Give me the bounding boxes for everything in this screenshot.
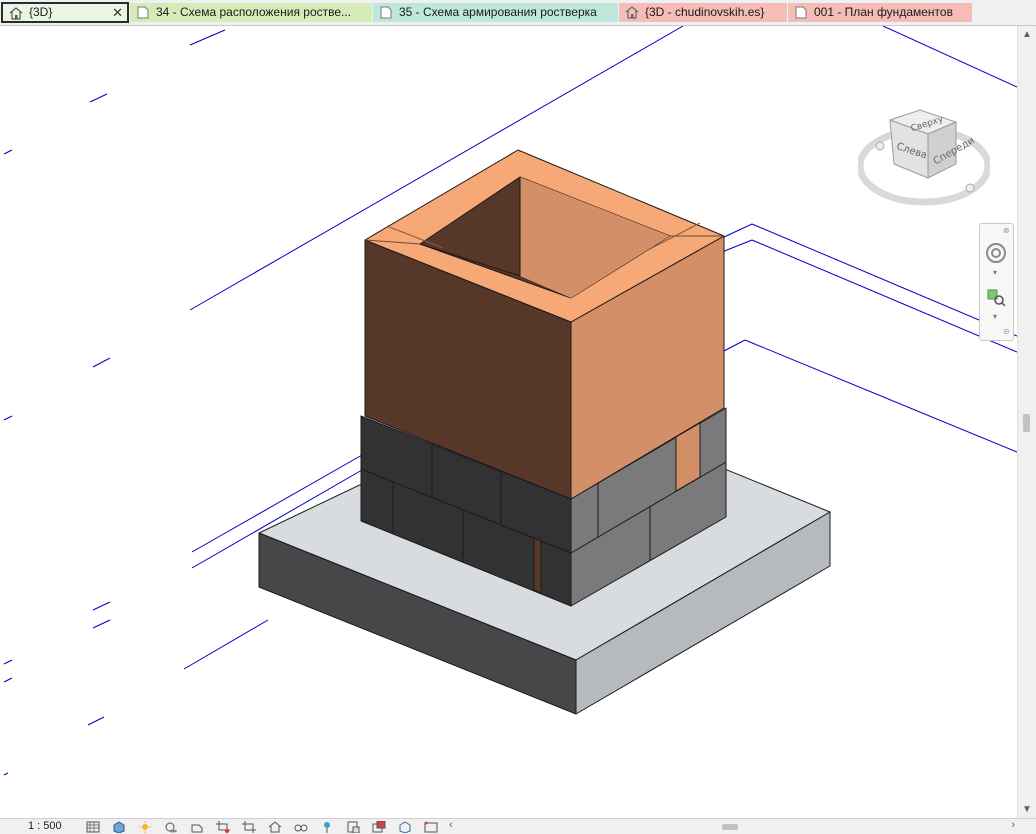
lock-view-icon[interactable] [346,821,360,833]
home-icon [875,141,885,151]
scroll-down-icon[interactable]: ▼ [1022,804,1032,815]
sun-path-icon[interactable] [138,821,152,833]
tab-label: 35 - Схема армирования ростверка [399,5,597,19]
tab-3d-view[interactable]: {3D} ✕ [1,2,129,23]
horizontal-scroll-thumb[interactable] [722,824,738,830]
reveal-hidden-icon[interactable] [320,821,334,833]
sheet-icon [380,6,392,19]
view-cube[interactable]: Сверху Слева Спереди [856,108,992,208]
scroll-right-icon[interactable]: › [1011,819,1015,831]
horizontal-scrollbar[interactable]: ‹ › [447,819,1017,833]
rotate-icon [965,183,975,193]
home-3d-icon [625,6,639,19]
tab-sheet-34[interactable]: 34 - Схема расположения ростве... [130,3,372,22]
close-tab-icon[interactable]: ✕ [112,4,123,21]
home-3d-icon [9,7,23,20]
tab-3d-chudinovskih[interactable]: {3D - chudinovskih.es} [619,3,787,22]
shadows-icon[interactable] [164,821,178,833]
chevron-down-icon[interactable]: ▾ [993,268,997,277]
scroll-up-icon[interactable]: ▲ [1022,29,1032,40]
crop-view-icon[interactable] [216,821,230,833]
vertical-scroll-thumb[interactable] [1023,414,1030,432]
show-crop-icon[interactable] [242,821,256,833]
tab-label: 34 - Схема расположения ростве... [156,5,352,19]
close-icon[interactable]: ⊗ [1003,226,1010,235]
steering-wheel-icon[interactable] [985,242,1007,264]
tab-label: {3D - chudinovskih.es} [645,5,765,19]
chevron-down-icon[interactable]: ▾ [993,312,997,321]
render-icon[interactable] [190,821,204,833]
navigation-bar: ▾ ▾ ⊗ ⊝ [979,223,1014,341]
sheet-icon [137,6,149,19]
options-icon[interactable]: ⊝ [1003,327,1010,336]
detail-level-icon[interactable] [86,821,100,833]
tab-sheet-35[interactable]: 35 - Схема армирования ростверка [373,3,618,22]
visual-style-icon[interactable] [112,821,126,833]
view-control-bar: 1 : 500 ‹ › [0,818,1036,834]
zoom-region-icon[interactable] [985,286,1007,308]
view-scale[interactable]: 1 : 500 [28,820,62,832]
analytical-model-icon[interactable] [424,821,438,833]
3d-viewport[interactable]: Сверху Слева Спереди ▾ ▾ ⊗ ⊝ [0,26,1017,818]
tab-label: 001 - План фундаментов [814,5,953,19]
temporary-hide-icon[interactable] [294,821,308,833]
sheet-icon [795,6,807,19]
tab-sheet-001[interactable]: 001 - План фундаментов [788,3,972,22]
view-tab-bar: {3D} ✕ 34 - Схема расположения ростве...… [0,0,1036,26]
unlock-3d-icon[interactable] [268,821,282,833]
tab-label: {3D} [29,5,53,19]
scroll-left-icon[interactable]: ‹ [449,819,453,831]
vertical-scrollbar[interactable]: ▲ ▼ [1017,26,1036,818]
worksharing-icon[interactable] [398,821,412,833]
brick-insert-left [533,537,542,594]
highlight-icon[interactable] [372,821,386,833]
